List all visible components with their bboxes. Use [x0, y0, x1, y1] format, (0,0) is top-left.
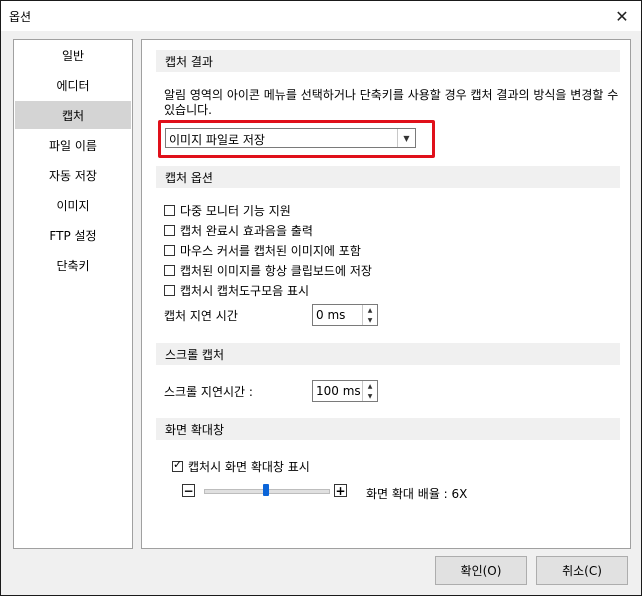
checkbox-box[interactable] — [164, 204, 175, 216]
cancel-button[interactable]: 취소(C) — [536, 556, 628, 585]
capture-delay-value[interactable]: 0 ms — [316, 308, 345, 322]
dropdown-selected-value: 이미지 파일로 저장 — [169, 133, 265, 147]
arrow-up-icon[interactable]: ▲ — [363, 305, 377, 315]
section-header-capture-options: 캡처 옵션 — [156, 166, 620, 188]
section-header-scroll-capture: 스크롤 캡처 — [156, 343, 620, 365]
sidebar-item-label: 캡처 — [61, 108, 85, 123]
checkbox-label: 마우스 커서를 캡처된 이미지에 포함 — [180, 243, 361, 258]
checkbox-sound-effect[interactable]: 캡처 완료시 효과음을 출력 — [164, 222, 313, 238]
minus-icon[interactable]: − — [182, 484, 195, 497]
ok-button[interactable]: 확인(O) — [435, 556, 527, 585]
capture-result-description: 알림 영역의 아이콘 메뉴를 선택하거나 단축키를 사용할 경우 캡처 결과의 … — [164, 88, 619, 117]
arrow-up-icon[interactable]: ▲ — [363, 381, 377, 391]
sidebar-item-shortcuts[interactable]: 단축키 — [15, 251, 131, 279]
zoom-level-label: 화면 확대 배율 : 6X — [366, 487, 468, 501]
scroll-delay-spinner[interactable]: 100 ms ▲ ▼ — [312, 380, 378, 402]
checkbox-box[interactable] — [164, 224, 175, 236]
checkbox-show-toolbar[interactable]: 캡처시 캡처도구모음 표시 — [164, 282, 309, 298]
capture-delay-label: 캡처 지연 시간 — [164, 309, 238, 323]
checkbox-label: 다중 모니터 기능 지원 — [180, 203, 291, 218]
sidebar-item-label: 자동 저장 — [49, 168, 97, 183]
sidebar-item-general[interactable]: 일반 — [15, 41, 131, 69]
window-title: 옵션 — [9, 10, 32, 24]
checkbox-show-magnifier[interactable]: 캡처시 화면 확대창 표시 — [172, 458, 310, 474]
capture-result-dropdown[interactable]: 이미지 파일로 저장 ▼ — [165, 128, 416, 148]
checkbox-multi-monitor[interactable]: 다중 모니터 기능 지원 — [164, 202, 291, 218]
sidebar-item-label: 파일 이름 — [49, 138, 97, 153]
plus-icon[interactable]: + — [334, 484, 347, 497]
chevron-down-icon[interactable]: ▼ — [397, 129, 415, 147]
zoom-slider-thumb[interactable] — [263, 484, 269, 496]
checkbox-box[interactable] — [172, 459, 183, 472]
sidebar-item-file-name[interactable]: 파일 이름 — [15, 131, 131, 159]
scroll-delay-label: 스크롤 지연시간 : — [164, 385, 253, 399]
spinner-buttons: ▲ ▼ — [362, 381, 377, 401]
section-header-capture-result: 캡처 결과 — [156, 50, 620, 72]
checkbox-label: 캡처시 캡처도구모음 표시 — [180, 283, 310, 298]
arrow-down-icon[interactable]: ▼ — [363, 315, 377, 325]
sidebar-item-editor[interactable]: 에디터 — [15, 71, 131, 99]
sidebar-item-image[interactable]: 이미지 — [15, 191, 131, 219]
checkbox-label: 캡처된 이미지를 항상 클립보드에 저장 — [180, 263, 372, 278]
sidebar-item-label: FTP 설정 — [49, 228, 97, 243]
checkbox-box[interactable] — [164, 264, 175, 276]
sidebar: 일반 에디터 캡처 파일 이름 자동 저장 이미지 FTP 설정 단축키 — [13, 39, 133, 549]
sidebar-item-label: 단축키 — [56, 258, 90, 273]
sidebar-item-label: 일반 — [61, 48, 85, 63]
checkbox-label: 캡처시 화면 확대창 표시 — [188, 459, 310, 474]
checkbox-box[interactable] — [164, 284, 175, 296]
sidebar-item-ftp-settings[interactable]: FTP 설정 — [15, 221, 131, 249]
sidebar-item-capture[interactable]: 캡처 — [15, 101, 131, 129]
scroll-delay-value[interactable]: 100 ms — [316, 384, 361, 398]
sidebar-item-label: 에디터 — [56, 78, 90, 93]
settings-panel: 캡처 결과 알림 영역의 아이콘 메뉴를 선택하거나 단축키를 사용할 경우 캡… — [141, 39, 631, 549]
options-dialog: 옵션 ✕ 일반 에디터 캡처 파일 이름 자동 저장 이미지 FTP 설정 단축… — [0, 0, 642, 596]
close-icon[interactable]: ✕ — [611, 5, 633, 27]
checkbox-box[interactable] — [164, 244, 175, 256]
checkbox-save-to-clipboard[interactable]: 캡처된 이미지를 항상 클립보드에 저장 — [164, 262, 372, 278]
title-bar: 옵션 ✕ — [1, 1, 641, 31]
arrow-down-icon[interactable]: ▼ — [363, 391, 377, 401]
sidebar-item-auto-save[interactable]: 자동 저장 — [15, 161, 131, 189]
capture-delay-spinner[interactable]: 0 ms ▲ ▼ — [312, 304, 378, 326]
checkbox-label: 캡처 완료시 효과음을 출력 — [180, 223, 313, 238]
section-header-magnifier: 화면 확대창 — [156, 418, 620, 440]
spinner-buttons: ▲ ▼ — [362, 305, 377, 325]
checkbox-include-cursor[interactable]: 마우스 커서를 캡처된 이미지에 포함 — [164, 242, 361, 258]
sidebar-item-label: 이미지 — [56, 198, 90, 213]
